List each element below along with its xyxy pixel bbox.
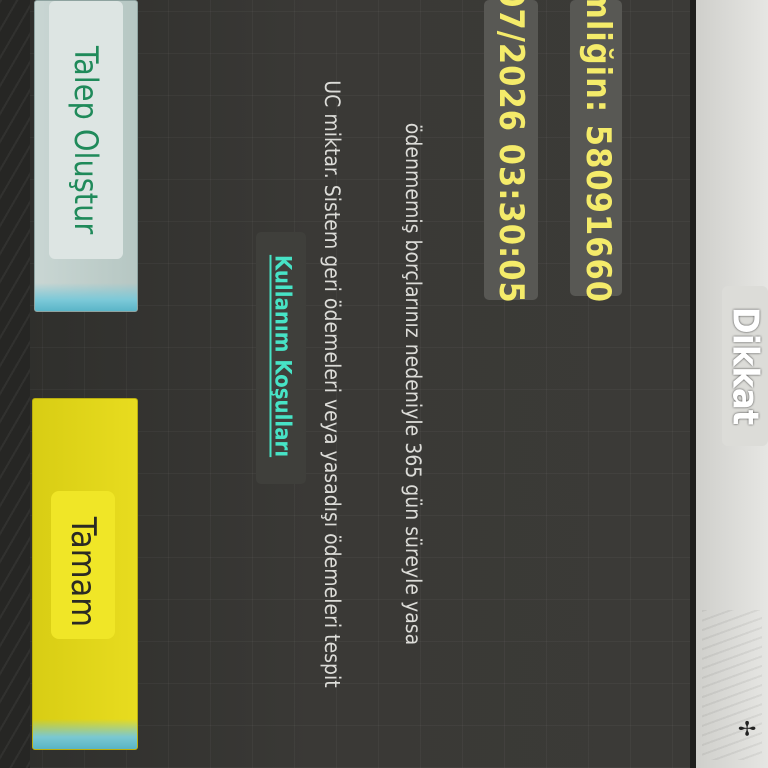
date-text: 07/2026 03:30:05	[491, 0, 531, 304]
message-text: UC miktar. Sistem geri ödemeleri veya ya…	[320, 80, 344, 688]
button-wave-decoration	[33, 719, 137, 749]
background-strip	[0, 0, 30, 768]
terms-link[interactable]: Kullanım Koşulları	[270, 255, 295, 457]
account-id-text: mliğin: 58091660	[578, 0, 618, 304]
button-wave-decoration	[35, 283, 137, 311]
ok-label: Tamam	[63, 516, 103, 628]
character-icon: ✢	[733, 720, 758, 737]
create-request-label: Talep Oluştur	[67, 45, 105, 235]
dialog-title: Dikkat	[724, 306, 766, 426]
message-text: ödenmemiş borçlarınız nedeniyle 365 gün …	[401, 122, 425, 646]
